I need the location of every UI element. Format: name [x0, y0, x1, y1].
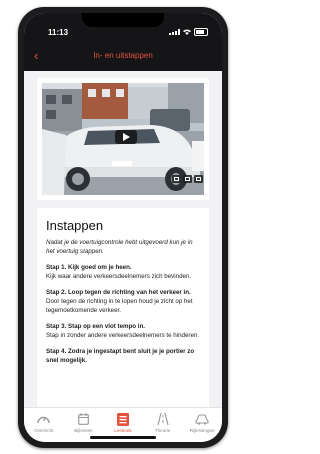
wifi-icon [183, 29, 191, 35]
step-1: Stap 1. Kijk goed om je heen. Kijk waar … [46, 264, 200, 281]
tab-label: Theorie [154, 428, 171, 433]
battery-icon [194, 28, 208, 36]
tab-label: Bijlessen [74, 428, 93, 433]
signal-icon [169, 29, 180, 35]
car-icon [195, 413, 209, 425]
scroll-content[interactable]: Instappen Nadat je de voertuigcontrole h… [24, 71, 222, 407]
home-indicator [90, 436, 156, 439]
status-time: 11:13 [48, 28, 69, 37]
step-2: Stap 2. Loop tegen de richting van het v… [46, 289, 200, 315]
tab-bar: Overzicht Bijlessen Lesboek Theorie Rijl… [24, 407, 222, 442]
play-icon[interactable] [115, 130, 137, 144]
captions-icon[interactable] [172, 175, 181, 183]
notch [82, 13, 164, 27]
step-3: Stap 3. Stap op een vlot tempo in. Stap … [46, 323, 200, 340]
pip-icon[interactable] [183, 175, 192, 183]
page-title: In- en uitstappen [93, 51, 153, 60]
video-card [37, 78, 209, 200]
tab-overzicht[interactable]: Overzicht [27, 412, 61, 442]
article-intro: Nadat je de voertuigcontrole hebt uitgev… [46, 239, 193, 255]
article-card: Instappen Nadat je de voertuigcontrole h… [37, 208, 209, 407]
nav-bar: ‹ In- en uitstappen [24, 43, 222, 71]
step-title: Stap 1. Kijk goed om je heen. [46, 264, 132, 272]
step-title: Stap 3. Stap op een vlot tempo in. [46, 323, 146, 331]
calendar-icon [77, 413, 89, 425]
step-text: Door tegen de richting in te lopen houd … [46, 297, 193, 314]
speedometer-icon [37, 416, 50, 424]
phone-frame: 11:13 ‹ In- en uitstappen Instappen Nada… [18, 7, 228, 448]
step-title: Stap 4. Zodra je ingestapt bent sluit je… [46, 348, 195, 364]
article-heading: Instappen [46, 218, 104, 233]
step-4: Stap 4. Zodra je ingestapt bent sluit je… [46, 348, 200, 365]
book-icon [116, 412, 129, 426]
step-title: Stap 2. Loop tegen de richting van het v… [46, 289, 191, 297]
tab-label: Overzicht [34, 428, 54, 433]
step-text: Kijk waar andere verkeersdeelnemers zich… [46, 272, 192, 280]
status-icons [169, 28, 208, 36]
video-player[interactable] [42, 83, 204, 195]
tab-rijlessingen[interactable]: Rijlessingen [185, 412, 219, 442]
step-text: Stap in zonder andere verkeersdeelnemers… [46, 331, 200, 339]
airplay-icon[interactable] [194, 175, 203, 183]
road-icon [156, 413, 169, 425]
tab-label: Rijlessingen [189, 428, 215, 433]
app-screen: 11:13 ‹ In- en uitstappen Instappen Nada… [24, 13, 222, 442]
tab-label: Lesboek [114, 428, 132, 433]
